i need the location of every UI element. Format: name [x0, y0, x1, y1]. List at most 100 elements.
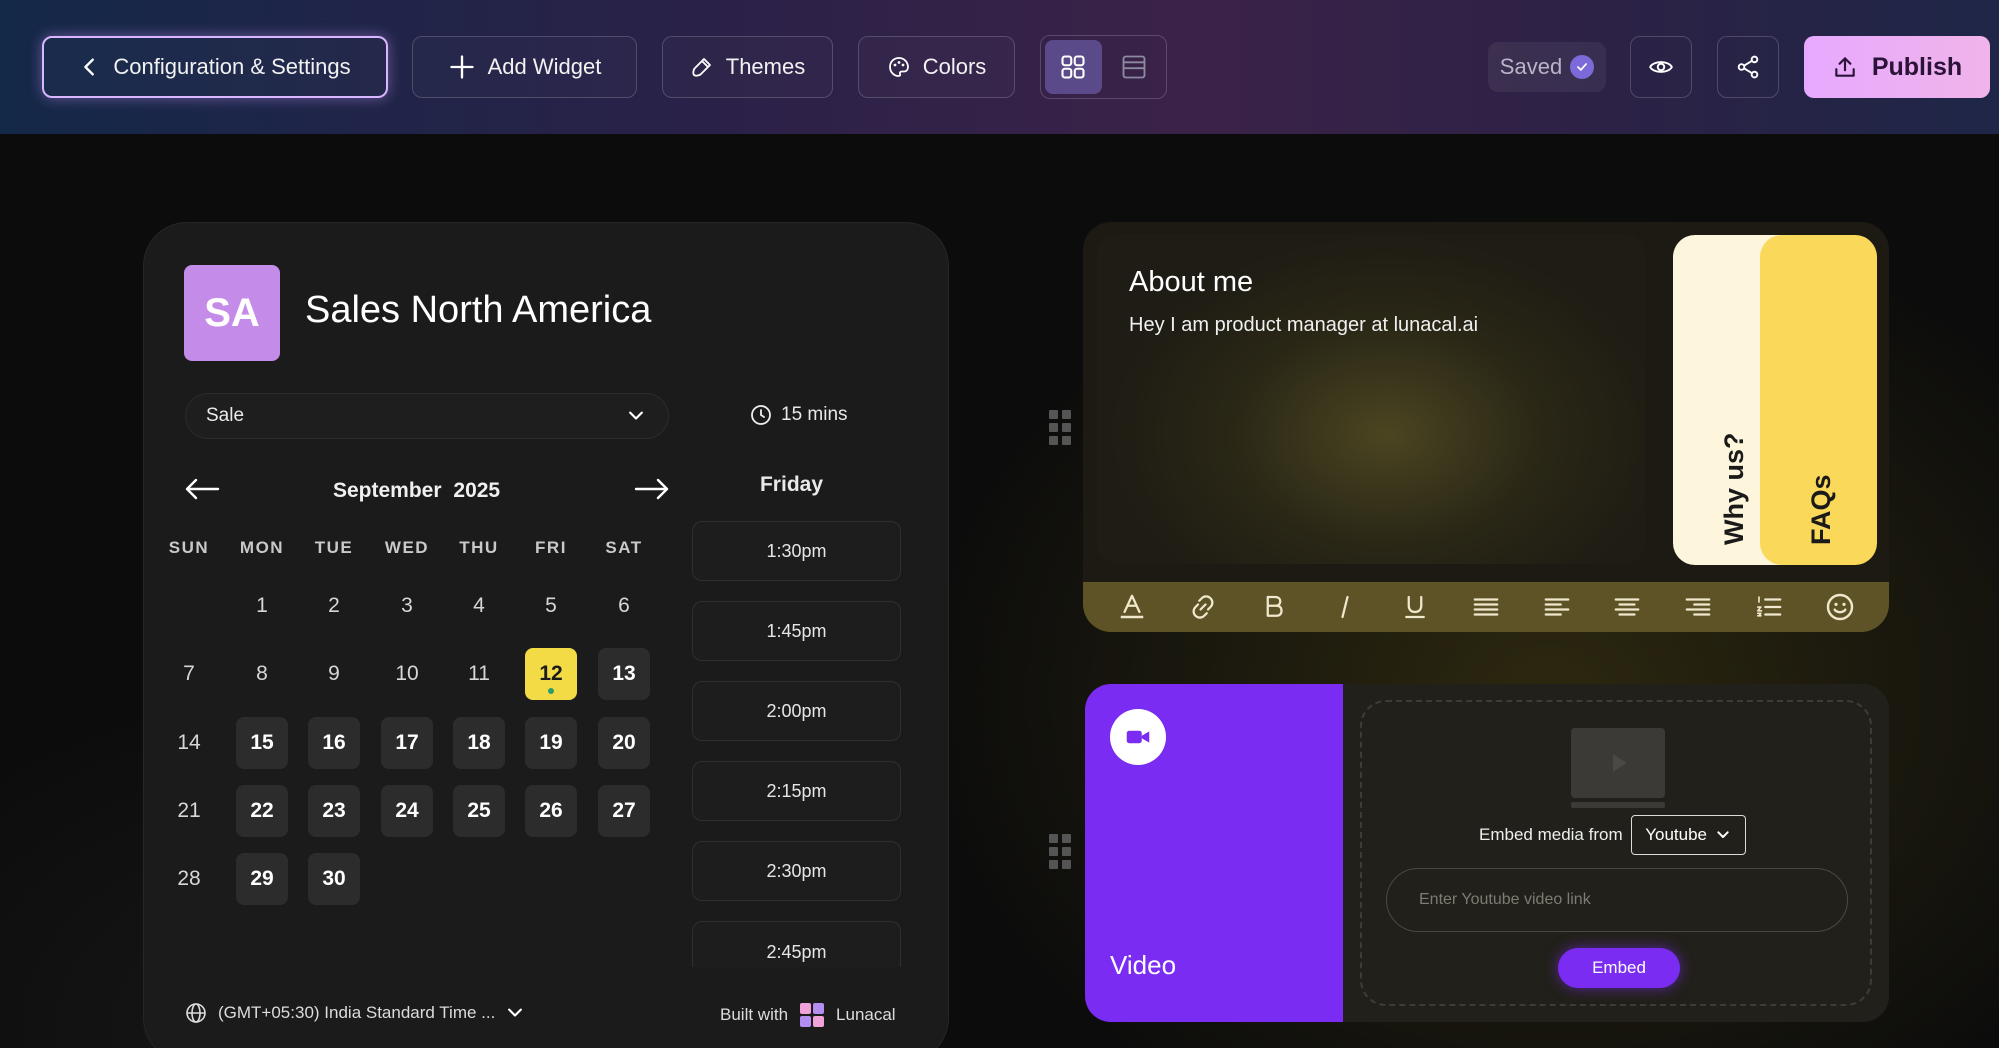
about-body: Hey I am product manager at lunacal.ai	[1129, 314, 1479, 336]
calendar-day: 21	[177, 799, 201, 822]
media-source-select[interactable]: Youtube	[1630, 815, 1746, 855]
booking-widget: SA Sales North America Sale 15 mins Sept…	[143, 222, 949, 1048]
timezone-label: (GMT+05:30) India Standard Time ...	[218, 1003, 496, 1022]
event-type-select[interactable]: Sale	[185, 393, 669, 439]
calendar-day: 14	[177, 731, 201, 754]
layout-view-toggle	[1040, 35, 1167, 99]
duration-label: 15 mins	[781, 404, 848, 425]
preview-button[interactable]	[1630, 36, 1692, 98]
align-left-icon[interactable]	[1537, 587, 1577, 627]
calendar-day: 7	[183, 662, 195, 685]
about-title: About me	[1129, 266, 1254, 298]
palette-icon	[888, 57, 909, 77]
calendar-day[interactable]: 27	[598, 785, 650, 837]
grid-view-button[interactable]	[1045, 40, 1102, 94]
prev-month-button[interactable]	[184, 475, 220, 508]
colors-label: Colors	[922, 54, 987, 79]
numbered-list-icon[interactable]	[1749, 587, 1789, 627]
weekday-label: WED	[384, 538, 430, 557]
drag-handle-icon[interactable]	[1049, 834, 1071, 869]
embed-media-area: Embed media from Youtube Embed	[1360, 700, 1872, 1006]
time-slot-button[interactable]: 2:45pm	[692, 921, 901, 967]
chevron-left-icon	[84, 58, 95, 76]
embed-button[interactable]: Embed	[1558, 948, 1680, 988]
weekday-label: MON	[239, 538, 285, 557]
video-widget: Video Embed media from Youtube Embed	[1085, 684, 1889, 1022]
grid-icon	[1061, 55, 1085, 79]
video-link-input[interactable]	[1386, 868, 1848, 932]
calendar-day[interactable]: 16	[308, 717, 360, 769]
team-name: Sales North America	[305, 289, 652, 331]
time-slot-button[interactable]: 1:30pm	[692, 521, 901, 581]
calendar-day[interactable]: 29	[236, 853, 288, 905]
calendar-day[interactable]: 22	[236, 785, 288, 837]
time-slot-button[interactable]: 2:30pm	[692, 841, 901, 901]
calendar-day[interactable]: 18	[453, 717, 505, 769]
calendar-day: 1	[256, 594, 268, 617]
video-camera-icon	[1110, 709, 1166, 765]
align-right-icon[interactable]	[1678, 587, 1718, 627]
calendar-day[interactable]: 26	[525, 785, 577, 837]
calendar-day[interactable]: 23	[308, 785, 360, 837]
calendar-day[interactable]: 25	[453, 785, 505, 837]
publish-button[interactable]: Publish	[1804, 36, 1990, 98]
calendar-day: 28	[177, 867, 201, 890]
config-settings-button[interactable]: Configuration & Settings	[42, 36, 388, 98]
chevron-down-icon	[1717, 831, 1729, 838]
themes-label: Themes	[725, 54, 806, 79]
time-slot-button[interactable]: 1:45pm	[692, 601, 901, 661]
calendar-day: 9	[328, 662, 340, 685]
calendar-day[interactable]: 19	[525, 717, 577, 769]
publish-label: Publish	[1871, 52, 1963, 81]
about-text-area[interactable]: About me Hey I am product manager at lun…	[1097, 234, 1645, 564]
text-color-icon[interactable]	[1112, 587, 1152, 627]
add-widget-button[interactable]: Add Widget	[412, 36, 637, 98]
calendar-day: 4	[473, 594, 485, 617]
share-button[interactable]	[1717, 36, 1779, 98]
calendar-day: 2	[328, 594, 340, 617]
video-widget-header: Video	[1085, 684, 1343, 1022]
event-type-value: Sale	[206, 405, 245, 426]
time-slot-button[interactable]: 2:00pm	[692, 681, 901, 741]
link-icon[interactable]	[1183, 587, 1223, 627]
built-with-badge[interactable]: Built with Lunacal	[720, 1003, 896, 1027]
calendar-day[interactable]: 12	[525, 648, 577, 700]
time-slot-button[interactable]: 2:15pm	[692, 761, 901, 821]
calendar-day[interactable]: 24	[381, 785, 433, 837]
align-center-icon[interactable]	[1607, 587, 1647, 627]
arrow-right-icon	[634, 478, 669, 500]
add-widget-label: Add Widget	[487, 54, 602, 79]
colors-button[interactable]: Colors	[858, 36, 1015, 98]
align-justify-icon[interactable]	[1466, 587, 1506, 627]
drag-handle-icon[interactable]	[1049, 410, 1071, 445]
calendar-day[interactable]: 30	[308, 853, 360, 905]
themes-button[interactable]: Themes	[662, 36, 833, 98]
italic-icon[interactable]	[1325, 587, 1365, 627]
top-toolbar: Configuration & Settings Add Widget Them…	[0, 0, 1999, 134]
eye-icon	[1649, 61, 1673, 73]
bold-icon[interactable]	[1254, 587, 1294, 627]
about-widget: About me Hey I am product manager at lun…	[1083, 222, 1889, 632]
tab-faqs[interactable]: FAQs	[1760, 235, 1877, 565]
calendar-day[interactable]: 13	[598, 648, 650, 700]
timezone-select[interactable]: (GMT+05:30) India Standard Time ...	[184, 1001, 525, 1025]
check-icon	[1570, 55, 1595, 79]
saved-label: Saved	[1499, 54, 1563, 79]
tab-why-us-label: Why us?	[1719, 432, 1749, 546]
calendar-day[interactable]: 20	[598, 717, 650, 769]
calendar-day[interactable]: 17	[381, 717, 433, 769]
emoji-icon[interactable]	[1820, 587, 1860, 627]
calendar-day: 8	[256, 662, 268, 685]
lunacal-logo-icon	[800, 1003, 825, 1027]
calendar-day[interactable]: 15	[236, 717, 288, 769]
calendar-year: 2025	[453, 479, 501, 502]
plus-icon	[449, 55, 474, 79]
list-view-button[interactable]	[1106, 40, 1163, 94]
next-month-button[interactable]	[634, 475, 670, 508]
weekday-label: THU	[459, 538, 499, 557]
weekday-label: SUN	[168, 538, 210, 557]
underline-icon[interactable]	[1395, 587, 1435, 627]
tab-faqs-label: FAQs	[1806, 474, 1836, 545]
calendar-month-label: September 2025	[333, 479, 500, 503]
saved-status: Saved	[1488, 42, 1606, 92]
